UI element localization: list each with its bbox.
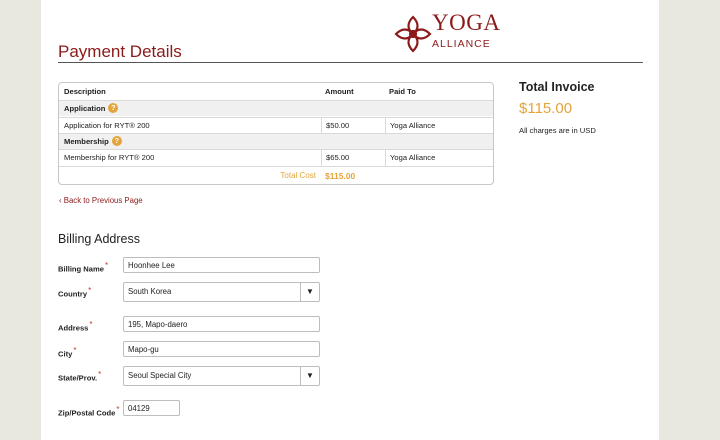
required-mark: * xyxy=(89,320,93,329)
section-row-application: Application? xyxy=(59,100,493,116)
total-cost-label: Total Cost xyxy=(280,171,316,180)
row-amount: $50.00 xyxy=(321,118,349,134)
total-row: Total Cost $115.00 xyxy=(59,166,493,184)
row-amount: $65.00 xyxy=(321,150,349,166)
col-header-paid-to: Paid To xyxy=(389,87,416,96)
address-input[interactable] xyxy=(123,316,320,332)
invoice-title: Total Invoice xyxy=(519,80,595,94)
row-paid-to: Yoga Alliance xyxy=(385,150,435,166)
required-mark: * xyxy=(73,346,77,355)
section-row-membership: Membership? xyxy=(59,133,493,149)
col-header-amount: Amount xyxy=(325,87,354,96)
zip-label: Zip/Postal Code* xyxy=(58,405,120,418)
section-label: Membership xyxy=(64,137,109,146)
row-paid-to: Yoga Alliance xyxy=(385,118,435,134)
state-select[interactable]: Seoul Special City ▼ xyxy=(123,366,320,386)
row-description: Membership for RYT® 200 xyxy=(64,153,155,162)
page-title: Payment Details xyxy=(58,42,182,61)
help-icon[interactable]: ? xyxy=(111,136,122,146)
required-mark: * xyxy=(98,370,102,379)
logo-word-alliance: ALLIANCE xyxy=(432,38,491,50)
chevron-down-icon: ▼ xyxy=(300,283,319,301)
section-label: Application xyxy=(64,104,106,113)
city-input[interactable] xyxy=(123,341,320,357)
zip-input[interactable] xyxy=(123,400,180,416)
city-label: City* xyxy=(58,346,77,359)
billing-address-title: Billing Address xyxy=(58,232,140,246)
currency-note: All charges are in USD xyxy=(519,126,596,135)
total-cost-value: $115.00 xyxy=(325,171,356,181)
required-mark: * xyxy=(88,286,92,295)
help-icon[interactable]: ? xyxy=(108,103,119,113)
country-label: Country* xyxy=(58,286,92,299)
table-header-row: Description Amount Paid To xyxy=(59,84,493,100)
table-row: Membership for RYT® 200 $65.00 Yoga Alli… xyxy=(59,149,493,166)
required-mark: * xyxy=(116,405,120,414)
title-divider xyxy=(58,62,643,63)
payment-table: Description Amount Paid To Application? … xyxy=(58,82,494,185)
logo-word-yoga: YOGA xyxy=(432,10,501,35)
required-mark: * xyxy=(105,261,109,270)
back-to-previous-page-link[interactable]: ‹ Back to Previous Page xyxy=(59,196,143,205)
country-select[interactable]: South Korea ▼ xyxy=(123,282,320,302)
billing-name-input[interactable] xyxy=(123,257,320,273)
table-row: Application for RYT® 200 $50.00 Yoga All… xyxy=(59,117,493,134)
chevron-down-icon: ▼ xyxy=(300,367,319,385)
country-selected-value: South Korea xyxy=(128,287,172,296)
col-header-description: Description xyxy=(64,87,106,96)
invoice-amount: $115.00 xyxy=(519,100,573,117)
state-label: State/Prov.* xyxy=(58,370,102,383)
state-selected-value: Seoul Special City xyxy=(128,371,192,380)
row-description: Application for RYT® 200 xyxy=(64,121,150,130)
billing-name-label: Billing Name* xyxy=(58,261,109,274)
address-label: Address* xyxy=(58,320,93,333)
